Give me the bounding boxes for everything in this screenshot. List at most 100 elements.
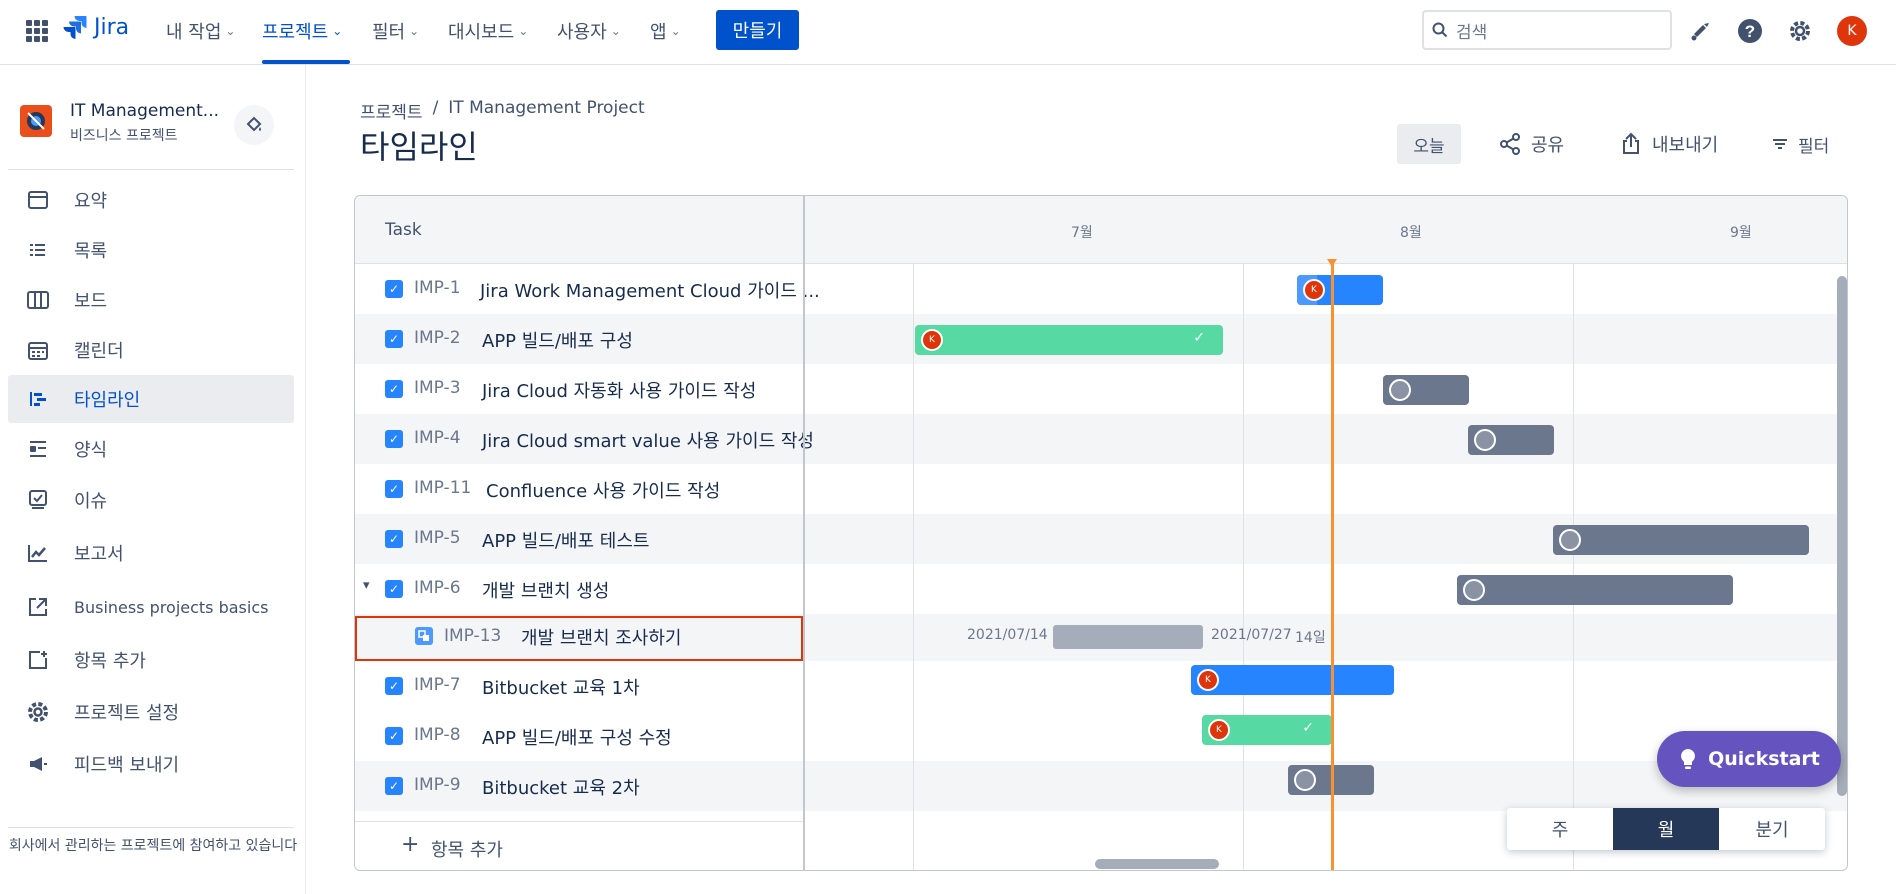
timeline-bar[interactable] [1457,575,1733,605]
task-type-icon: ✓ [385,530,403,548]
issue-summary[interactable]: APP 빌드/배포 구성 수정 [482,724,672,750]
timeline-bar[interactable]: K [1191,665,1394,695]
nav-people[interactable]: 사용자 ⌄ [557,16,621,46]
nav-apps[interactable]: 앱 ⌄ [650,16,681,46]
task-header-label: Task [385,220,422,240]
nav-projects-label: 프로젝트 [262,22,329,43]
sidebar-item-label: 프로젝트 설정 [74,703,180,724]
issue-key[interactable]: IMP-5 [414,528,461,548]
create-button[interactable]: 만들기 [716,10,799,50]
nav-dashboards[interactable]: 대시보드 ⌄ [448,16,528,46]
scale-month-button[interactable]: 월 [1613,808,1719,850]
task-type-icon: ✓ [385,430,403,448]
issue-key[interactable]: IMP-8 [414,725,461,745]
issue-key[interactable]: IMP-3 [414,378,461,398]
today-button[interactable]: 오늘 [1397,124,1461,164]
sidebar-item-label: 캘린더 [74,341,124,362]
chevron-down-icon: ⌄ [518,24,529,38]
nav-filters[interactable]: 필터 ⌄ [372,16,419,46]
timeline-bar[interactable]: K [1297,275,1383,305]
unassigned-avatar-icon [1463,579,1485,601]
app-switcher-icon[interactable] [26,20,48,42]
issue-key[interactable]: IMP-6 [414,578,461,598]
issue-key[interactable]: IMP-2 [414,328,461,348]
share-button[interactable]: 공유 [1499,124,1564,164]
avatar: K [1208,719,1230,741]
sidebar-item-timeline[interactable]: 타임라인 [8,375,294,423]
table-row[interactable]: ✓ IMP-11 Confluence 사용 가이드 작성 [355,464,1847,514]
report-icon [24,539,52,567]
timeline-bar[interactable] [1383,375,1469,405]
search-input[interactable]: 검색 [1422,10,1672,50]
sidebar-item-label: 양식 [74,440,108,461]
table-row[interactable]: ✓ IMP-8 APP 빌드/배포 구성 수정 [355,711,1847,761]
issue-summary[interactable]: APP 빌드/배포 구성 [482,327,633,353]
timeline-bar[interactable] [1468,425,1554,455]
issue-summary[interactable]: Bitbucket 교육 2차 [482,774,640,800]
svg-text:?: ? [1745,22,1755,41]
scale-quarter-button[interactable]: 분기 [1719,808,1825,850]
chevron-down-icon[interactable]: ▾ [363,578,370,593]
project-header[interactable]: IT Management... 비즈니스 프로젝트 [20,101,219,144]
table-row[interactable]: ✓ IMP-9 Bitbucket 교육 2차 [355,761,1847,811]
horizontal-scrollbar[interactable] [1095,859,1219,869]
sidebar-item-feedback[interactable]: 피드백 보내기 [8,740,294,788]
export-button[interactable]: 내보내기 [1620,124,1718,164]
table-row[interactable]: ✓ IMP-1 Jira Work Management Cloud 가이드 .… [355,264,1847,314]
avatar: K [1303,279,1325,301]
issue-summary[interactable]: Jira Work Management Cloud 가이드 ... [480,277,820,303]
sidebar-item-forms[interactable]: 양식 [8,425,294,473]
issue-key[interactable]: IMP-4 [414,428,461,448]
scale-week-button[interactable]: 주 [1507,808,1613,850]
month-label: 7월 [1071,225,1093,241]
sidebar-item-board[interactable]: 보드 [8,276,294,324]
breadcrumb-project[interactable]: IT Management Project [448,98,644,123]
issue-summary[interactable]: Jira Cloud smart value 사용 가이드 작성 [482,427,814,453]
table-row[interactable]: ✓ IMP-4 Jira Cloud smart value 사용 가이드 작성 [355,414,1847,464]
issue-summary[interactable]: Confluence 사용 가이드 작성 [486,477,720,503]
timeline-bar[interactable]: K ✓ [1202,715,1332,745]
issue-summary[interactable]: APP 빌드/배포 테스트 [482,527,649,553]
jira-logo[interactable]: Jira [62,14,129,40]
timeline-bar[interactable] [1553,525,1809,555]
table-row[interactable]: ✓ IMP-7 Bitbucket 교육 1차 [355,661,1847,711]
column-divider[interactable] [803,196,805,870]
issue-key[interactable]: IMP-1 [414,278,461,298]
issue-icon [24,486,52,514]
sidebar-item-business-basics[interactable]: Business projects basics [8,583,294,631]
sidebar-item-project-settings[interactable]: 프로젝트 설정 [8,688,294,736]
help-icon[interactable]: ? [1735,16,1765,46]
project-sidebar: IT Management... 비즈니스 프로젝트 요약 목록 보드 캘린더 … [0,65,306,894]
issue-summary[interactable]: Jira Cloud 자동화 사용 가이드 작성 [482,377,756,403]
sidebar-item-summary[interactable]: 요약 [8,176,294,224]
timeline-bar[interactable]: K ✓ [915,325,1223,355]
timeline-bar-subtask[interactable] [1053,625,1203,649]
unassigned-avatar-icon [1474,429,1496,451]
add-item-row[interactable]: + 항목 추가 [355,821,803,870]
sidebar-item-add-item[interactable]: 항목 추가 [8,636,294,684]
nav-projects[interactable]: 프로젝트 ⌄ [262,16,342,46]
quickstart-button[interactable]: Quickstart [1657,731,1841,787]
sidebar-item-list[interactable]: 목록 [8,226,294,274]
paint-bucket-button[interactable] [234,105,274,145]
settings-icon[interactable] [1785,16,1815,46]
issue-key[interactable]: IMP-11 [414,478,471,498]
notifications-icon[interactable] [1685,16,1715,46]
issue-summary[interactable]: Bitbucket 교육 1차 [482,674,640,700]
issue-key[interactable]: IMP-7 [414,675,461,695]
nav-my-work[interactable]: 내 작업 ⌄ [166,16,235,46]
nav-filters-label: 필터 [372,22,406,43]
vertical-scrollbar[interactable] [1837,276,1847,796]
table-row[interactable]: ✓ IMP-3 Jira Cloud 자동화 사용 가이드 작성 [355,364,1847,414]
filter-button[interactable]: 필터 [1772,124,1829,164]
issue-summary[interactable]: 개발 브랜치 생성 [482,577,609,603]
sidebar-item-reports[interactable]: 보고서 [8,529,294,577]
sidebar-divider [8,827,294,828]
project-name: IT Management... [70,101,219,121]
breadcrumb-projects[interactable]: 프로젝트 [360,98,423,123]
form-icon [24,435,52,463]
sidebar-item-issues[interactable]: 이슈 [8,476,294,524]
sidebar-item-calendar[interactable]: 캘린더 [8,326,294,374]
issue-key[interactable]: IMP-9 [414,775,461,795]
user-avatar[interactable]: K [1837,16,1867,46]
